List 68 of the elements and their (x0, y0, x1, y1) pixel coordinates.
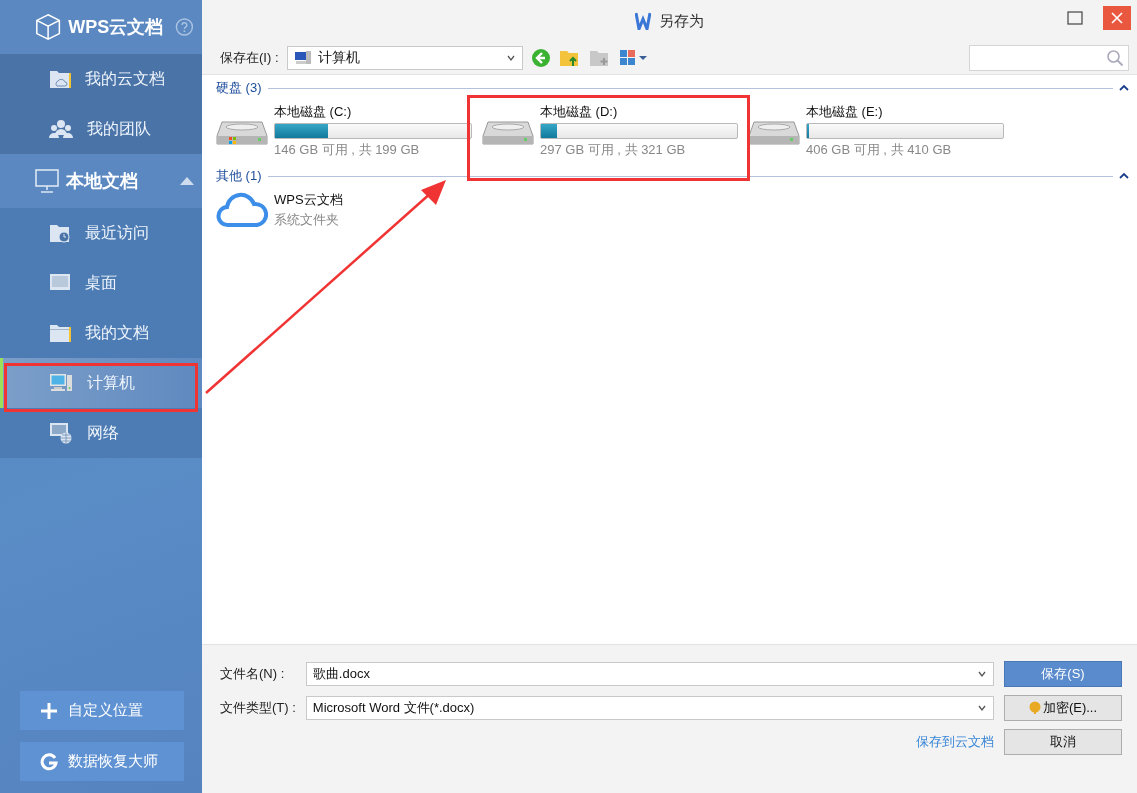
recover-icon (40, 752, 58, 771)
drive-name: 本地磁盘 (C:) (274, 103, 353, 121)
collapse-icon[interactable] (1119, 172, 1129, 180)
maximize-icon (1067, 11, 1083, 25)
folder-up-icon[interactable] (558, 48, 581, 68)
section-header[interactable]: 本地文档 (0, 154, 202, 208)
sidebar-item[interactable]: 我的云文档 (0, 54, 202, 104)
cancel-button[interactable]: 取消 (1004, 729, 1122, 755)
caret-icon (505, 53, 516, 63)
filename-field[interactable]: 歌曲.docx (305, 662, 994, 686)
save-button[interactable]: 保存(S) (1004, 661, 1122, 687)
folder-cloud-icon (49, 69, 71, 89)
collapse-icon[interactable] (1119, 84, 1129, 92)
search-icon (1106, 49, 1124, 67)
new-folder-icon[interactable] (588, 48, 611, 68)
monitor-icon (49, 273, 71, 293)
caret-icon (977, 703, 987, 713)
sidebar-item[interactable]: 桌面 (0, 258, 202, 308)
plus-icon (40, 701, 58, 720)
sidebar-item[interactable]: 最近访问 (0, 208, 202, 258)
drive-capacity: 297 GB 可用 , 共 321 GB (540, 141, 687, 159)
section-title: 本地文档 (66, 170, 138, 193)
sidebar-item[interactable]: 我的团队 (0, 104, 202, 154)
drive-capacity: 146 GB 可用 , 共 199 GB (274, 141, 421, 159)
team-icon (49, 119, 73, 139)
monitor-icon (34, 168, 60, 194)
group-title: 其他 (1) (216, 167, 262, 185)
cloud-icon (216, 191, 268, 229)
folder-icon (49, 323, 71, 343)
sidebar-item[interactable]: 计算机 (0, 358, 202, 408)
folder-tile[interactable]: WPS云文档 系统文件夹 (216, 191, 396, 229)
drive-tile[interactable]: 本地磁盘 (E:) 406 GB 可用 , 共 410 GB (748, 103, 1004, 159)
section-title: WPS云文档 (68, 16, 164, 39)
save-to-cloud-link[interactable]: 保存到云文档 (916, 733, 994, 751)
folder-clock-icon (49, 223, 71, 243)
drive-tile[interactable]: 本地磁盘 (D:) 297 GB 可用 , 共 321 GB (482, 103, 738, 159)
drive-capacity: 406 GB 可用 , 共 410 GB (806, 141, 953, 159)
filename-label: 文件名(N) : (220, 665, 286, 683)
caret-icon[interactable] (180, 177, 194, 185)
section-header[interactable]: WPS云文档 (0, 0, 202, 54)
view-grid-icon[interactable] (618, 48, 649, 68)
folder-name: WPS云文档 (274, 191, 344, 209)
computer-icon (293, 50, 312, 66)
drive-name: 本地磁盘 (D:) (540, 103, 619, 121)
window-title: 另存为 (659, 11, 704, 31)
back-icon[interactable] (530, 48, 551, 68)
filetype-label: 文件类型(T) : (220, 699, 296, 717)
search-field[interactable] (969, 45, 1129, 71)
wps-logo-icon (635, 12, 651, 30)
help-icon[interactable] (175, 17, 194, 37)
cube-icon (34, 12, 63, 42)
close-button[interactable] (1103, 6, 1131, 30)
location-dropdown[interactable]: 计算机 (286, 46, 523, 70)
filetype-dropdown[interactable]: Microsoft Word 文件(*.docx) (305, 696, 994, 720)
network-computer-icon (49, 422, 73, 444)
sidebar-button[interactable]: 自定义位置 (20, 691, 184, 730)
encrypt-button[interactable]: 加密(E)... (1004, 695, 1122, 721)
folder-type: 系统文件夹 (274, 211, 340, 229)
close-icon (1110, 11, 1124, 25)
drive-name: 本地磁盘 (E:) (806, 103, 884, 121)
computer-icon (49, 373, 73, 393)
drive-tile[interactable]: 本地磁盘 (C:) 146 GB 可用 , 共 199 GB (216, 103, 472, 159)
group-title: 硬盘 (3) (216, 79, 262, 97)
sidebar-item[interactable]: 我的文档 (0, 308, 202, 358)
location-label: 保存在(I) : (220, 49, 279, 67)
caret-icon (977, 669, 987, 679)
sidebar-item[interactable]: 网络 (0, 408, 202, 458)
sidebar-button[interactable]: 数据恢复大师 (20, 742, 184, 781)
